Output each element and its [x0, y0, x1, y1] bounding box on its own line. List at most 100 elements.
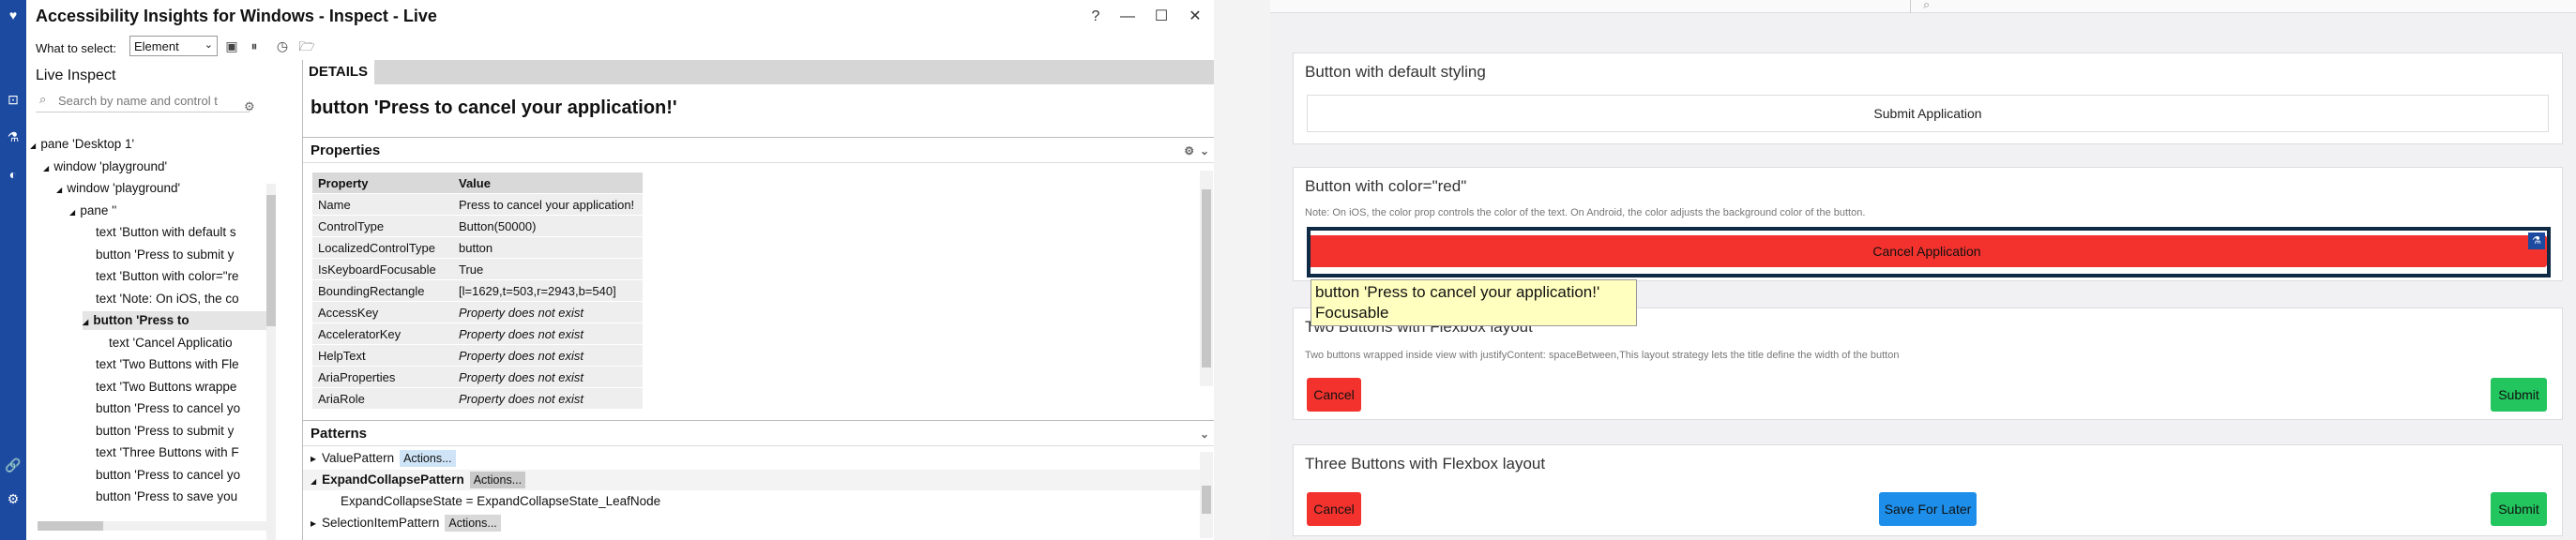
window-title: Accessibility Insights for Windows - Ins…: [36, 7, 437, 25]
maximize-button[interactable]: ☐: [1148, 6, 1174, 28]
tree-item[interactable]: text 'Button with default s: [83, 223, 266, 242]
tree-item[interactable]: text 'Three Buttons with F: [83, 443, 266, 462]
submit-button[interactable]: Submit: [2491, 378, 2547, 412]
property-row[interactable]: BoundingRectangle [l=1629,t=503,r=2943,b=…: [312, 279, 643, 302]
tree-vertical-scrollbar[interactable]: [266, 184, 276, 540]
minimize-button[interactable]: —: [1114, 6, 1141, 28]
pause-icon[interactable]: ⏸: [246, 38, 263, 54]
scrollbar-thumb[interactable]: [1202, 189, 1211, 368]
pattern-row[interactable]: ▸ SelectionItemPattern Actions...: [311, 513, 501, 533]
property-row[interactable]: LocalizedControlType button: [312, 236, 643, 259]
app-logo-icon: ♥: [8, 8, 18, 22]
tree-item[interactable]: ◢ pane 'Desktop 1': [30, 135, 266, 154]
settings-gear-icon[interactable]: ⚙: [4, 489, 23, 508]
nav-rail: ♥ ⊡ ⚗ ◐ 🔗 ⚙: [0, 0, 26, 540]
properties-header[interactable]: Properties ⚙ ⌄: [303, 137, 1215, 163]
search-icon[interactable]: ⌕: [1923, 0, 1938, 13]
property-column-header: Property: [312, 172, 453, 194]
beaker-icon[interactable]: ⚗: [2528, 232, 2545, 249]
patterns-header[interactable]: Patterns ⌄: [303, 420, 1215, 446]
property-row[interactable]: AriaProperties Property does not exist: [312, 366, 643, 388]
patterns-scrollbar[interactable]: [1200, 452, 1213, 538]
property-row[interactable]: ControlType Button(50000): [312, 215, 643, 237]
tree-item-label: text 'Two Buttons with Fle: [96, 357, 239, 371]
pattern-row[interactable]: ▸ ValuePattern Actions...: [311, 448, 456, 469]
tree-item[interactable]: ◢ button 'Press to: [83, 311, 266, 330]
chevron-down-icon[interactable]: ⌄: [1200, 138, 1209, 164]
pattern-actions-button[interactable]: Actions...: [445, 515, 501, 532]
dropdown-value: Element: [134, 39, 179, 53]
properties-settings-icon[interactable]: ⚙: [1184, 138, 1194, 164]
properties-scrollbar[interactable]: [1200, 171, 1213, 386]
expanded-arrow-icon[interactable]: ◢: [69, 208, 77, 217]
title-bar: Accessibility Insights for Windows - Ins…: [26, 0, 1214, 34]
tree-item[interactable]: text 'Button with color="re: [83, 267, 266, 286]
cancel-button[interactable]: Cancel: [1307, 492, 1361, 526]
tree-item[interactable]: text 'Two Buttons with Fle: [83, 355, 266, 374]
property-value: Property does not exist: [453, 301, 643, 323]
tree-item[interactable]: button 'Press to submit y: [83, 422, 266, 441]
tree-item-label: button 'Press to submit y: [96, 247, 235, 262]
card-note: Two buttons wrapped inside view with jus…: [1305, 350, 1900, 361]
property-name: HelpText: [312, 344, 453, 367]
property-name: Name: [312, 193, 453, 216]
property-row[interactable]: AccessKey Property does not exist: [312, 301, 643, 323]
open-folder-icon[interactable]: 🗁: [298, 38, 315, 54]
tree-item[interactable]: ◢ pane '': [69, 202, 266, 220]
expanded-arrow-icon[interactable]: ◢: [83, 318, 90, 326]
property-value: Property does not exist: [453, 322, 643, 345]
cancel-button[interactable]: Cancel: [1307, 378, 1361, 412]
pattern-actions-button[interactable]: Actions...: [469, 472, 526, 488]
collapsed-arrow-icon[interactable]: ▸: [311, 517, 316, 530]
close-button[interactable]: ✕: [1182, 6, 1208, 28]
collapsed-arrow-icon[interactable]: ▸: [311, 452, 316, 465]
tree-item-label: window 'playground': [53, 158, 168, 173]
tooltip-title: button 'Press to cancel your application…: [1315, 283, 1600, 301]
submit-button[interactable]: Submit: [2491, 492, 2547, 526]
pattern-row[interactable]: ◢ ExpandCollapsePattern Actions...: [303, 470, 1202, 490]
tab-details[interactable]: DETAILS: [303, 60, 374, 84]
expanded-arrow-icon[interactable]: ◢: [311, 477, 316, 486]
tree-horizontal-scrollbar[interactable]: [38, 521, 266, 531]
tree-item[interactable]: text 'Two Buttons wrappe: [83, 378, 266, 397]
tree-item[interactable]: text 'Cancel Applicatio: [96, 334, 266, 352]
link-icon[interactable]: 🔗: [4, 456, 23, 474]
property-row[interactable]: HelpText Property does not exist: [312, 344, 643, 367]
tree-item[interactable]: button 'Press to submit y: [83, 246, 266, 264]
test-icon[interactable]: ⚗: [4, 128, 23, 146]
scrollbar-thumb[interactable]: [266, 195, 276, 326]
tree-item[interactable]: button 'Press to save you: [83, 488, 266, 506]
property-name: IsKeyboardFocusable: [312, 258, 453, 280]
tree-item[interactable]: ◢ window 'playground': [43, 158, 266, 176]
save-for-later-button[interactable]: Save For Later: [1879, 492, 1977, 526]
property-row[interactable]: IsKeyboardFocusable True: [312, 258, 643, 280]
property-row[interactable]: AriaRole Property does not exist: [312, 387, 643, 410]
tree-item[interactable]: text 'Note: On iOS, the co: [83, 290, 266, 308]
chevron-down-icon[interactable]: ⌄: [1200, 421, 1209, 447]
tree-search-input[interactable]: ⌕ Search by name and control t: [36, 90, 250, 112]
inspect-icon[interactable]: ⊡: [4, 90, 23, 109]
tree-item[interactable]: ◢ window 'playground': [56, 179, 266, 198]
expanded-arrow-icon[interactable]: ◢: [56, 186, 64, 194]
scrollbar-thumb[interactable]: [1202, 486, 1211, 514]
tree-item[interactable]: button 'Press to cancel yo: [83, 399, 266, 418]
what-to-select-dropdown[interactable]: Element ⌄: [129, 36, 218, 56]
pattern-row[interactable]: ExpandCollapseState = ExpandCollapseStat…: [341, 491, 660, 512]
property-value: Button(50000): [453, 215, 643, 237]
property-value: Property does not exist: [453, 344, 643, 367]
property-row[interactable]: AcceleratorKey Property does not exist: [312, 322, 643, 345]
card-title: Three Buttons with Flexbox layout: [1305, 455, 1546, 472]
scrollbar-thumb[interactable]: [38, 521, 103, 531]
property-row[interactable]: Name Press to cancel your application!: [312, 193, 643, 216]
expanded-arrow-icon[interactable]: ◢: [43, 164, 51, 172]
submit-application-button[interactable]: Submit Application: [1307, 95, 2549, 132]
pattern-actions-button[interactable]: Actions...: [400, 450, 456, 467]
color-contrast-icon[interactable]: ◐: [4, 165, 23, 184]
search-settings-icon[interactable]: ⚙: [244, 99, 255, 114]
property-value: [l=1629,t=503,r=2943,b=540]: [453, 279, 643, 302]
screenshot-icon[interactable]: ▣: [223, 38, 240, 54]
timer-icon[interactable]: ◷: [274, 38, 291, 54]
help-icon[interactable]: ?: [1083, 6, 1109, 28]
expanded-arrow-icon[interactable]: ◢: [30, 142, 38, 150]
tree-item[interactable]: button 'Press to cancel yo: [83, 466, 266, 485]
